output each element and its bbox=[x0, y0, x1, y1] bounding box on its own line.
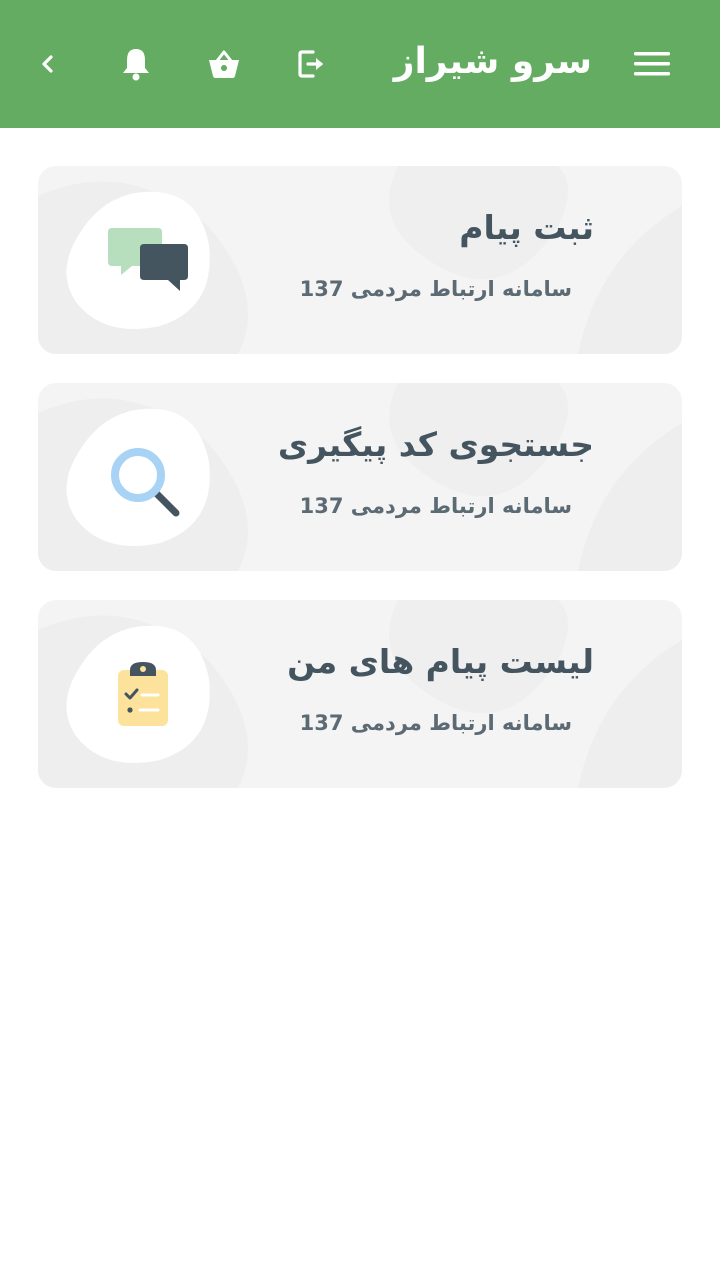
card-subtitle: سامانه ارتباط مردمی 137 bbox=[299, 711, 572, 735]
search-tracking-code-card[interactable]: جستجوی کد پیگیری سامانه ارتباط مردمی 137 bbox=[38, 383, 682, 571]
notification-bell-icon[interactable] bbox=[112, 40, 160, 88]
chevron-left-icon[interactable] bbox=[24, 40, 72, 88]
card-subtitle: سامانه ارتباط مردمی 137 bbox=[299, 494, 572, 518]
shopping-basket-icon[interactable] bbox=[200, 40, 248, 88]
logout-icon[interactable] bbox=[288, 40, 336, 88]
app-bar: سرو شیراز bbox=[0, 0, 720, 128]
my-messages-list-card[interactable]: لیست پیام های من سامانه ارتباط مردمی 137 bbox=[38, 600, 682, 788]
card-title: جستجوی کد پیگیری bbox=[277, 425, 594, 464]
app-title: سرو شیراز bbox=[393, 41, 592, 82]
clipboard-checklist-icon bbox=[118, 662, 168, 726]
chat-bubbles-icon bbox=[108, 228, 188, 291]
hamburger-menu-icon[interactable] bbox=[628, 40, 676, 88]
send-message-card[interactable]: ثبت پیام سامانه ارتباط مردمی 137 bbox=[38, 166, 682, 354]
card-title: لیست پیام های من bbox=[287, 642, 594, 681]
card-subtitle: سامانه ارتباط مردمی 137 bbox=[299, 277, 572, 301]
magnifier-search-icon bbox=[111, 448, 180, 517]
card-title: ثبت پیام bbox=[459, 208, 594, 247]
